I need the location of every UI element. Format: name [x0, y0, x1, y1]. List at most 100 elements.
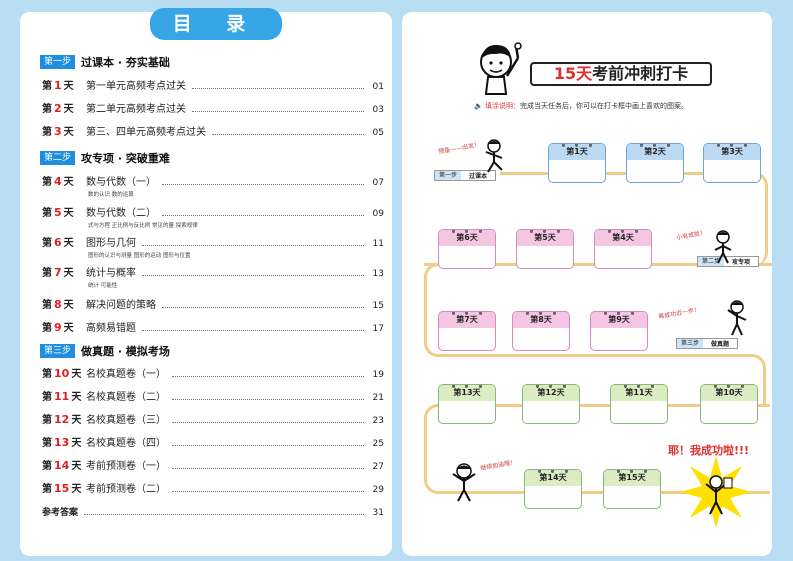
leader-dots: [172, 491, 364, 492]
entry-title: 名校真题卷（三）: [86, 415, 166, 426]
toc-row[interactable]: 第 13 天名校真题卷（四） 25: [42, 435, 384, 449]
day-label: 第3天: [42, 123, 86, 138]
page-number: 01: [372, 82, 384, 92]
checkin-card[interactable]: 第3天: [703, 143, 761, 183]
toc-answers-row[interactable]: 参考答案 31: [42, 504, 384, 518]
binder-rings: [701, 385, 757, 388]
toc-row[interactable]: 第 5 天数与代数（二） 09: [42, 205, 384, 219]
day-prefix: 第: [42, 484, 52, 495]
checkin-card[interactable]: 第14天: [524, 469, 582, 509]
toc-row[interactable]: 第 14 天考前预测卷（一） 27: [42, 458, 384, 472]
section-title: 过课本 · 夯实基础: [81, 55, 170, 69]
day-prefix: 第: [42, 177, 52, 188]
entry-title: 第三、四单元高频考点过关: [86, 127, 206, 138]
page-number: 15: [372, 301, 384, 311]
toc-section-1: 第一步 过课本 · 夯实基础: [40, 54, 170, 69]
toc-row[interactable]: 第 9 天高频易错题 17: [42, 320, 384, 334]
day-number: 8: [54, 298, 62, 311]
binder-rings: [595, 230, 651, 233]
checkin-card[interactable]: 第15天: [603, 469, 661, 509]
day-label: 第9天: [42, 319, 86, 334]
toc-row[interactable]: 第 3 天第三、四单元高频考点过关 05: [42, 124, 384, 138]
entry-title: 考前预测卷（二）: [86, 484, 166, 495]
leader-dots: [172, 399, 364, 400]
toc-row[interactable]: 第 11 天名校真题卷（二） 21: [42, 389, 384, 403]
day-prefix: 第: [42, 127, 52, 138]
day-label: 第 10 天: [42, 365, 86, 380]
day-number: 9: [54, 321, 62, 334]
day-prefix: 第: [42, 300, 52, 311]
entry-title: 第二单元高频考点过关: [86, 104, 186, 115]
day-prefix: 第: [42, 438, 52, 449]
day-prefix: 第: [42, 104, 52, 115]
toc-row[interactable]: 第 2 天第二单元高频考点过关 03: [42, 101, 384, 115]
day-suffix: 天: [63, 300, 74, 311]
day-label: 第8天: [42, 296, 86, 311]
answers-label: 参考答案: [42, 508, 79, 518]
checkin-card[interactable]: 第2天: [626, 143, 684, 183]
checkin-card[interactable]: 第10天: [700, 384, 758, 424]
toc-row[interactable]: 第 6 天图形与几何 11: [42, 235, 384, 249]
day-label: 第1天: [42, 77, 86, 92]
section-badge: 第一步: [40, 54, 76, 69]
leader-dots: [172, 376, 364, 377]
checkin-card[interactable]: 第8天: [512, 311, 570, 351]
page-number: 05: [372, 128, 384, 138]
page-number: 23: [372, 416, 384, 426]
day-suffix: 天: [71, 392, 82, 403]
toc-row[interactable]: 第 7 天统计与概率 13: [42, 265, 384, 279]
day-prefix: 第: [42, 461, 52, 472]
page-number: 07: [372, 178, 384, 188]
banner-highlight: 15天: [553, 64, 593, 83]
day-prefix: 第: [42, 392, 52, 403]
binder-rings: [439, 385, 495, 388]
checkin-card[interactable]: 第11天: [610, 384, 668, 424]
entry-title: 数与代数（二）: [86, 208, 156, 219]
section-title: 攻专项 · 突破重难: [81, 151, 170, 165]
standing-kid-icon: [714, 230, 732, 264]
leader-dots: [162, 184, 364, 185]
checkin-card[interactable]: 第13天: [438, 384, 496, 424]
day-number: 12: [54, 413, 70, 426]
day-suffix: 天: [63, 268, 74, 279]
checkin-card[interactable]: 第5天: [516, 229, 574, 269]
entry-subtopics: 图形的认识与测量 图形的运动 图形与位置: [88, 253, 191, 259]
entry-title: 第一单元高频考点过关: [86, 81, 186, 92]
toc-section-2: 第二步 攻专项 · 突破重难: [40, 150, 170, 165]
day-number: 13: [54, 436, 70, 449]
binder-rings: [704, 144, 760, 147]
section-title: 做真题 · 模拟考场: [81, 344, 170, 358]
toc-row[interactable]: 第 8 天解决问题的策略 15: [42, 297, 384, 311]
day-suffix: 天: [63, 81, 74, 92]
leader-dots: [162, 307, 364, 308]
leader-dots: [142, 275, 364, 276]
toc-page: [20, 12, 392, 556]
entry-title: 考前预测卷（一）: [86, 461, 166, 472]
page-number: 03: [372, 105, 384, 115]
checkin-card[interactable]: 第9天: [590, 311, 648, 351]
checkin-card[interactable]: 第6天: [438, 229, 496, 269]
binder-rings: [523, 385, 579, 388]
day-label: 第 11 天: [42, 388, 86, 403]
tip-text: 完成当天任务后，你可以在打卡框中画上喜欢的图案。: [519, 102, 688, 110]
toc-row[interactable]: 第 1 天第一单元高频考点过关 01: [42, 78, 384, 92]
day-prefix: 第: [42, 208, 52, 219]
binder-rings: [439, 312, 495, 315]
entry-subtopics: 数的认识 数的运算: [88, 192, 134, 198]
checkin-card[interactable]: 第7天: [438, 311, 496, 351]
checkin-card[interactable]: 第12天: [522, 384, 580, 424]
running-kid-icon: [485, 139, 503, 173]
checkin-card[interactable]: 第4天: [594, 229, 652, 269]
day-label: 第 14 天: [42, 457, 86, 472]
toc-row[interactable]: 第 12 天名校真题卷（三） 23: [42, 412, 384, 426]
toc-row[interactable]: 第 15 天考前预测卷（二） 29: [42, 481, 384, 495]
toc-row[interactable]: 第 4 天数与代数（一） 07: [42, 174, 384, 188]
binder-rings: [591, 312, 647, 315]
entry-title: 名校真题卷（二）: [86, 392, 166, 403]
page-number: 11: [372, 239, 384, 249]
toc-row[interactable]: 第 10 天名校真题卷（一） 19: [42, 366, 384, 380]
page-number: 21: [372, 393, 384, 403]
checkin-card[interactable]: 第1天: [548, 143, 606, 183]
step-name: 做真题: [711, 341, 730, 348]
cheering-kid-icon: [452, 463, 476, 502]
